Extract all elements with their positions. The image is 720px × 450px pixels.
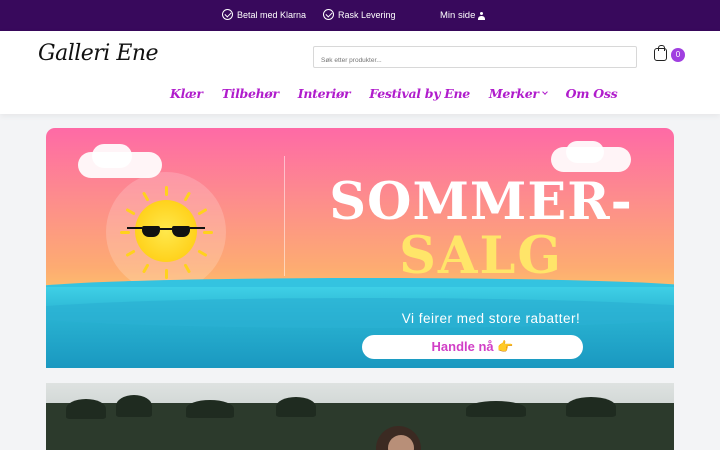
nav-item-klaer[interactable]: Klær (170, 86, 203, 101)
user-icon (478, 11, 486, 20)
nav-item-label: Om Oss (565, 86, 618, 101)
my-account-label: Min side (440, 10, 476, 21)
banner-divider (284, 156, 285, 276)
site-header: Galleri Ene 0 Klær Tilbehør Interiør Fes… (0, 31, 720, 114)
sun-ray (203, 231, 213, 234)
nav-item-tilbehor[interactable]: Tilbehør (222, 86, 279, 101)
nav-item-label: Merker (488, 86, 539, 101)
nav-item-om-oss[interactable]: Om Oss (566, 86, 618, 101)
check-circle-icon (323, 9, 334, 20)
site-logo[interactable]: Galleri Ene (38, 41, 159, 66)
top-announcement-bar: Betal med Klarna Rask Levering Min side (0, 0, 720, 31)
my-account-link[interactable]: Min side (440, 10, 486, 21)
nav-item-festival[interactable]: Festival by Ene (369, 86, 470, 101)
banner-title-line1: SOMMER- (329, 172, 633, 232)
chevron-down-icon (541, 89, 548, 95)
sun-ray (165, 269, 168, 279)
banner-title-line2: SALG (399, 226, 563, 286)
nav-item-merker[interactable]: Merker (488, 86, 548, 101)
usp-delivery: Rask Levering (323, 9, 396, 20)
nav-item-label: Interiør (297, 86, 351, 101)
cloud-graphic (566, 141, 604, 163)
cloud-graphic (92, 144, 132, 168)
shop-now-button[interactable]: Handle nå 👉 (362, 335, 583, 359)
cart-icon[interactable] (654, 45, 667, 61)
banner-subtitle: Vi feirer med store rabatter! (401, 311, 581, 326)
cart-count-badge[interactable]: 0 (671, 48, 685, 62)
usp-klarna-label: Betal med Klarna (237, 9, 307, 20)
summer-sale-banner[interactable]: SOMMER- SALG Vi feirer med store rabatte… (46, 128, 674, 368)
usp-klarna: Betal med Klarna (222, 9, 306, 20)
usp-delivery-label: Rask Levering (338, 9, 396, 20)
nav-item-label: Festival by Ene (369, 86, 470, 101)
sun-ray (120, 231, 130, 234)
nav-item-label: Klær (170, 86, 203, 101)
search-input[interactable] (313, 46, 637, 68)
lifestyle-photo-banner[interactable] (46, 383, 674, 450)
check-circle-icon (222, 9, 233, 20)
sunglasses-icon (127, 224, 205, 238)
main-nav: Klær Tilbehør Interiør Festival by Ene M… (170, 86, 636, 101)
sun-ray (165, 186, 168, 196)
nav-item-interior[interactable]: Interiør (298, 86, 351, 101)
nav-item-label: Tilbehør (221, 86, 279, 101)
